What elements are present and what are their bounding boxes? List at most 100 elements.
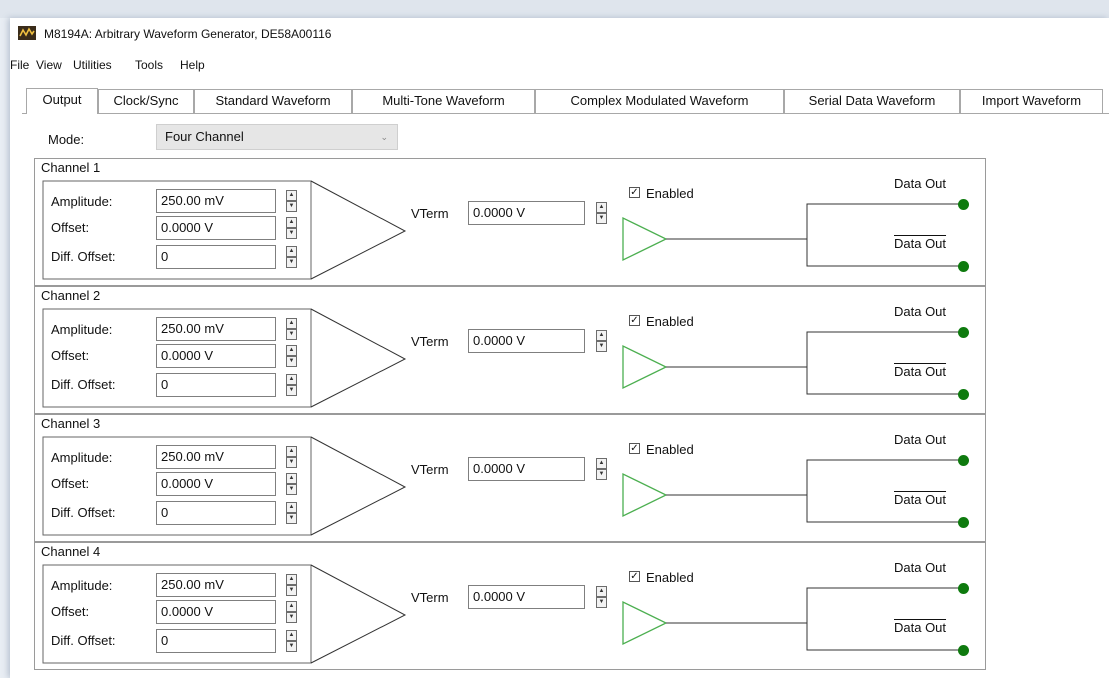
- tab-import-waveform[interactable]: Import Waveform: [960, 89, 1103, 113]
- vterm-spinner[interactable]: ▲ ▼: [596, 330, 607, 352]
- spin-down-icon[interactable]: ▼: [286, 329, 297, 340]
- menu-view[interactable]: View: [36, 58, 62, 72]
- desktop-background: [0, 0, 1109, 18]
- spin-up-icon[interactable]: ▲: [286, 630, 297, 641]
- spin-down-icon[interactable]: ▼: [286, 201, 297, 212]
- enabled-label: Enabled: [646, 314, 694, 329]
- data-out-inverted-label: Data Out: [894, 620, 947, 635]
- vterm-spinner[interactable]: ▲ ▼: [596, 458, 607, 480]
- offset-input[interactable]: 0.0000 V: [156, 472, 276, 496]
- amplitude-input[interactable]: 250.00 mV: [156, 189, 276, 213]
- enabled-checkbox[interactable]: ✓: [629, 315, 640, 326]
- spin-down-icon[interactable]: ▼: [286, 257, 297, 268]
- tab-serial-data-waveform[interactable]: Serial Data Waveform: [784, 89, 960, 113]
- vterm-input[interactable]: 0.0000 V: [468, 329, 585, 353]
- data-out-inverted-connector-icon: [958, 261, 969, 272]
- enabled-checkbox[interactable]: ✓: [629, 571, 640, 582]
- vterm-label: VTerm: [411, 206, 449, 221]
- tab-clock-sync[interactable]: Clock/Sync: [98, 89, 194, 113]
- vterm-input[interactable]: 0.0000 V: [468, 585, 585, 609]
- data-out-inverted-connector-icon: [958, 645, 969, 656]
- diff-offset-spinner[interactable]: ▲ ▼: [286, 374, 297, 396]
- vterm-input[interactable]: 0.0000 V: [468, 457, 585, 481]
- checkmark-icon: ✓: [630, 187, 639, 198]
- spin-up-icon[interactable]: ▲: [286, 190, 297, 201]
- enabled-checkbox[interactable]: ✓: [629, 443, 640, 454]
- enabled-label: Enabled: [646, 570, 694, 585]
- diff-offset-spinner[interactable]: ▲ ▼: [286, 502, 297, 524]
- diff-offset-input[interactable]: 0: [156, 373, 276, 397]
- spin-up-icon[interactable]: ▲: [596, 202, 607, 213]
- spin-down-icon[interactable]: ▼: [596, 213, 607, 224]
- offset-label: Offset:: [51, 348, 90, 363]
- vterm-label: VTerm: [411, 462, 449, 477]
- amplitude-spinner[interactable]: ▲ ▼: [286, 574, 297, 596]
- offset-spinner[interactable]: ▲ ▼: [286, 217, 297, 239]
- spin-up-icon[interactable]: ▲: [596, 330, 607, 341]
- spin-down-icon[interactable]: ▼: [286, 513, 297, 524]
- spin-up-icon[interactable]: ▲: [596, 586, 607, 597]
- vterm-input[interactable]: 0.0000 V: [468, 201, 585, 225]
- data-out-inverted-label: Data Out: [894, 492, 947, 507]
- spin-up-icon[interactable]: ▲: [286, 246, 297, 257]
- spin-down-icon[interactable]: ▼: [286, 356, 297, 367]
- mode-label: Mode:: [48, 132, 85, 147]
- diff-offset-spinner[interactable]: ▲ ▼: [286, 630, 297, 652]
- diff-offset-label: Diff. Offset:: [51, 249, 116, 264]
- spin-up-icon[interactable]: ▲: [286, 374, 297, 385]
- spin-down-icon[interactable]: ▼: [286, 585, 297, 596]
- amplitude-spinner[interactable]: ▲ ▼: [286, 190, 297, 212]
- mode-select[interactable]: Four Channel ⌄: [156, 124, 398, 150]
- spin-up-icon[interactable]: ▲: [596, 458, 607, 469]
- spin-down-icon[interactable]: ▼: [286, 484, 297, 495]
- diff-offset-input[interactable]: 0: [156, 245, 276, 269]
- tab-multi-tone-waveform[interactable]: Multi-Tone Waveform: [352, 89, 535, 113]
- spin-down-icon[interactable]: ▼: [286, 457, 297, 468]
- amplitude-spinner[interactable]: ▲ ▼: [286, 318, 297, 340]
- spin-down-icon[interactable]: ▼: [286, 385, 297, 396]
- data-out-label: Data Out: [894, 560, 947, 575]
- data-out-label: Data Out: [894, 176, 947, 191]
- spin-up-icon[interactable]: ▲: [286, 502, 297, 513]
- offset-input[interactable]: 0.0000 V: [156, 216, 276, 240]
- amplitude-input[interactable]: 250.00 mV: [156, 445, 276, 469]
- menu-file[interactable]: File: [10, 58, 29, 72]
- spin-up-icon[interactable]: ▲: [286, 446, 297, 457]
- spin-up-icon[interactable]: ▲: [286, 574, 297, 585]
- checkmark-icon: ✓: [630, 315, 639, 326]
- spin-up-icon[interactable]: ▲: [286, 473, 297, 484]
- menu-help[interactable]: Help: [180, 58, 205, 72]
- tab-complex-modulated-waveform[interactable]: Complex Modulated Waveform: [535, 89, 784, 113]
- enabled-checkbox[interactable]: ✓: [629, 187, 640, 198]
- data-out-connector-icon: [958, 199, 969, 210]
- amplitude-input[interactable]: 250.00 mV: [156, 573, 276, 597]
- tab-strip: Output Clock/Sync Standard Waveform Mult…: [10, 88, 1109, 114]
- spin-down-icon[interactable]: ▼: [286, 641, 297, 652]
- offset-spinner[interactable]: ▲ ▼: [286, 345, 297, 367]
- amplitude-spinner[interactable]: ▲ ▼: [286, 446, 297, 468]
- offset-spinner[interactable]: ▲ ▼: [286, 601, 297, 623]
- spin-up-icon[interactable]: ▲: [286, 318, 297, 329]
- spin-up-icon[interactable]: ▲: [286, 601, 297, 612]
- tab-standard-waveform[interactable]: Standard Waveform: [194, 89, 352, 113]
- tab-output[interactable]: Output: [26, 88, 98, 114]
- offset-input[interactable]: 0.0000 V: [156, 344, 276, 368]
- diff-offset-input[interactable]: 0: [156, 629, 276, 653]
- amplitude-input[interactable]: 250.00 mV: [156, 317, 276, 341]
- diff-offset-spinner[interactable]: ▲ ▼: [286, 246, 297, 268]
- menu-utilities[interactable]: Utilities: [73, 58, 112, 72]
- spin-up-icon[interactable]: ▲: [286, 345, 297, 356]
- offset-spinner[interactable]: ▲ ▼: [286, 473, 297, 495]
- vterm-spinner[interactable]: ▲ ▼: [596, 202, 607, 224]
- spin-down-icon[interactable]: ▼: [596, 469, 607, 480]
- diff-offset-input[interactable]: 0: [156, 501, 276, 525]
- offset-input[interactable]: 0.0000 V: [156, 600, 276, 624]
- spin-down-icon[interactable]: ▼: [286, 228, 297, 239]
- vterm-spinner[interactable]: ▲ ▼: [596, 586, 607, 608]
- menu-tools[interactable]: Tools: [135, 58, 163, 72]
- spin-down-icon[interactable]: ▼: [286, 612, 297, 623]
- spin-up-icon[interactable]: ▲: [286, 217, 297, 228]
- spin-down-icon[interactable]: ▼: [596, 597, 607, 608]
- amplifier-icon: [622, 344, 668, 390]
- spin-down-icon[interactable]: ▼: [596, 341, 607, 352]
